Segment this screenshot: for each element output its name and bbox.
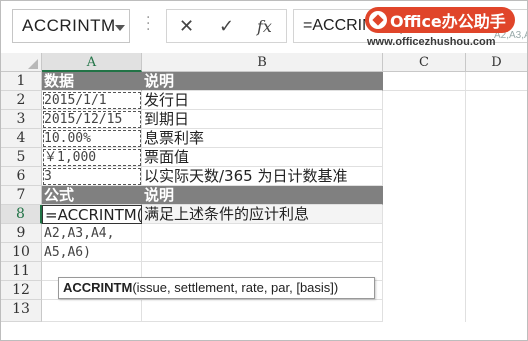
cancel-icon[interactable]: ✕ bbox=[179, 16, 194, 37]
cell-a5[interactable]: ￥1,000 bbox=[42, 148, 142, 167]
column-header-c[interactable]: C bbox=[383, 53, 466, 72]
row-header-1[interactable]: 1 bbox=[1, 72, 42, 91]
row-header-12[interactable]: 12 bbox=[1, 281, 42, 300]
row-header-2[interactable]: 2 bbox=[1, 91, 42, 110]
cell-a9[interactable]: A2,A3,A4, bbox=[42, 224, 142, 243]
cell-c1[interactable] bbox=[383, 72, 466, 91]
row-header-4[interactable]: 4 bbox=[1, 129, 42, 148]
column-c-empty-cells[interactable] bbox=[383, 91, 466, 322]
cell-b9[interactable] bbox=[142, 224, 383, 243]
name-box-text: ACCRINTM bbox=[22, 16, 116, 35]
cell-a8-editing[interactable]: =ACCRINTM( bbox=[42, 205, 143, 224]
chevron-down-icon[interactable] bbox=[115, 25, 125, 31]
watermark-url: www.officezhushou.com bbox=[367, 36, 496, 48]
row-header-7[interactable]: 7 bbox=[1, 186, 42, 205]
function-signature-tooltip: ACCRINTM(issue, settlement, rate, par, [… bbox=[58, 277, 375, 299]
cell-a6[interactable]: 3 bbox=[42, 167, 142, 186]
cell-b7[interactable]: 说明 bbox=[142, 186, 383, 205]
cell-b6[interactable]: 以实际天数/365 为日计数基准 bbox=[142, 167, 383, 186]
column-header-a[interactable]: A bbox=[42, 53, 142, 72]
cell-a4[interactable]: 10.00% bbox=[42, 129, 142, 148]
column-header-d[interactable]: D bbox=[466, 53, 527, 72]
grip-dots-icon: · · · bbox=[146, 10, 151, 38]
watermark-title: Office办公助手 bbox=[390, 12, 506, 31]
cell-a7[interactable]: 公式 bbox=[42, 186, 142, 205]
formula-buttons: ✕ ✓ fx bbox=[166, 9, 287, 43]
cell-b10[interactable] bbox=[142, 243, 383, 262]
column-header-b[interactable]: B bbox=[142, 53, 383, 72]
select-all-icon[interactable] bbox=[28, 59, 38, 69]
row-header-8[interactable]: 8 bbox=[1, 205, 42, 224]
row-header-13[interactable]: 13 bbox=[1, 300, 42, 322]
column-d-empty-cells[interactable] bbox=[466, 91, 527, 322]
cell-a3[interactable]: 2015/12/15 bbox=[42, 110, 142, 129]
cell-a10[interactable]: A5,A6) bbox=[42, 243, 142, 262]
cell-b8[interactable]: 满足上述条件的应计利息 bbox=[142, 205, 383, 224]
cell-a1[interactable]: 数据 bbox=[42, 72, 142, 91]
row-header-5[interactable]: 5 bbox=[1, 148, 42, 167]
select-all-corner[interactable] bbox=[1, 53, 42, 72]
tooltip-arguments: (issue, settlement, rate, par, [basis]) bbox=[132, 280, 339, 295]
row-header-9[interactable]: 9 bbox=[1, 224, 42, 243]
cell-b2[interactable]: 发行日 bbox=[142, 91, 383, 110]
cell-a13[interactable] bbox=[42, 300, 142, 322]
row-header-3[interactable]: 3 bbox=[1, 110, 42, 129]
enter-icon[interactable]: ✓ bbox=[219, 16, 234, 37]
cell-a2[interactable]: 2015/1/1 bbox=[42, 91, 142, 110]
cell-b5[interactable]: 票面值 bbox=[142, 148, 383, 167]
function-icon[interactable]: fx bbox=[257, 17, 272, 36]
row-header-6[interactable]: 6 bbox=[1, 167, 42, 186]
cell-b3[interactable]: 到期日 bbox=[142, 110, 383, 129]
name-box[interactable]: ACCRINTM bbox=[12, 9, 130, 43]
row-header-10[interactable]: 10 bbox=[1, 243, 42, 262]
cell-b13[interactable] bbox=[142, 300, 383, 322]
cell-b1[interactable]: 说明 bbox=[142, 72, 383, 91]
excel-window: ACCRINTM ··· ✕ ✓ fx =ACCRINTM( A2,A3,A4,… bbox=[0, 0, 528, 341]
cell-b4[interactable]: 息票利率 bbox=[142, 129, 383, 148]
tooltip-function-name[interactable]: ACCRINTM bbox=[63, 280, 132, 295]
cell-d1[interactable] bbox=[466, 72, 527, 91]
row-header-11[interactable]: 11 bbox=[1, 262, 42, 281]
